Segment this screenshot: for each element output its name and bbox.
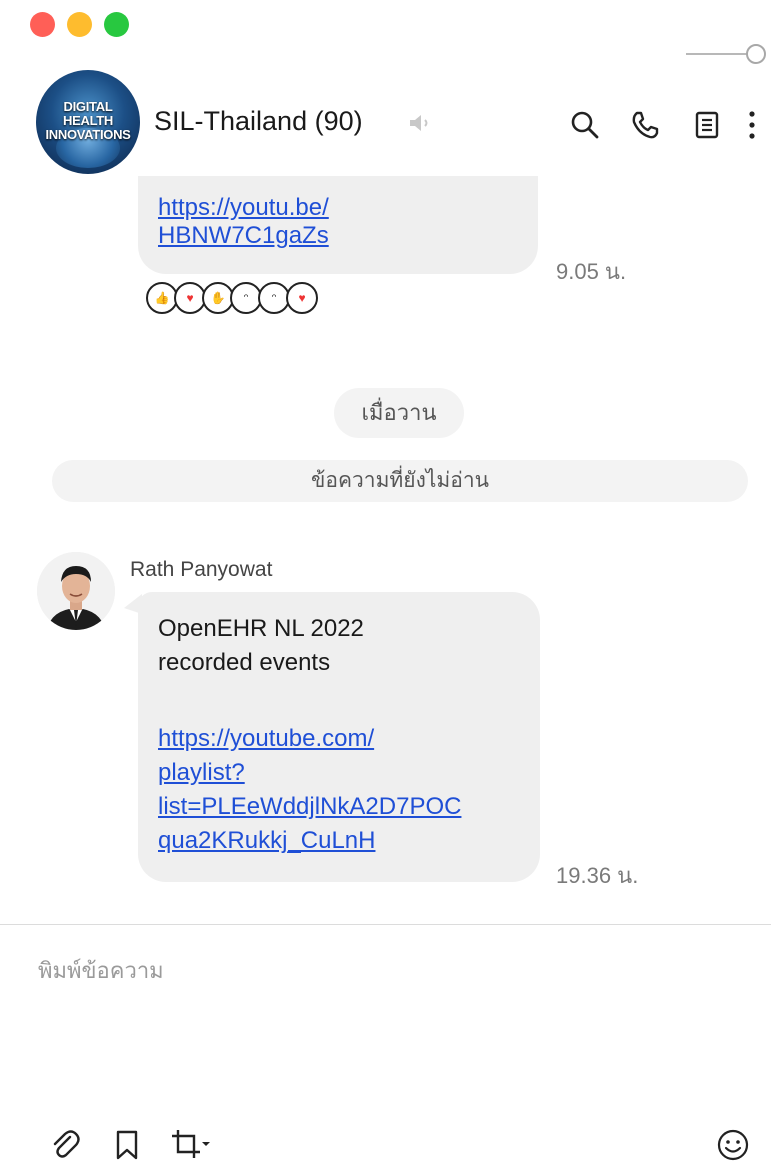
- unread-divider: ข้อความที่ยังไม่อ่าน: [52, 460, 748, 502]
- message-time: 19.36 น.: [556, 863, 639, 888]
- message-time: 9.05 น.: [556, 259, 627, 284]
- message-link[interactable]: https://youtube.com/ playlist? list=PLEe…: [158, 722, 461, 858]
- heart-eyes-face-sticker: ♥: [286, 282, 318, 314]
- message-link[interactable]: https://youtu.be/ HBNW7C1gaZs: [158, 194, 329, 250]
- attach-icon[interactable]: [48, 1128, 82, 1162]
- search-icon[interactable]: [568, 108, 602, 142]
- message-input-placeholder: พิมพ์ข้อความ: [38, 958, 164, 983]
- opacity-slider-knob[interactable]: [746, 44, 766, 64]
- close-window-button[interactable]: [30, 12, 55, 37]
- chat-title: SIL-Thailand (90): [154, 106, 363, 136]
- minimize-window-button[interactable]: [67, 12, 92, 37]
- message-bubble: OpenEHR NL 2022 recorded events https://…: [138, 592, 540, 882]
- phone-icon[interactable]: [628, 108, 662, 142]
- opacity-slider[interactable]: [686, 44, 766, 64]
- sender-name: Rath Panyowat: [130, 558, 273, 581]
- message-text: OpenEHR NL 2022 recorded events: [158, 615, 364, 676]
- person-avatar-icon: [37, 552, 115, 630]
- opacity-slider-track: [686, 53, 748, 55]
- group-avatar[interactable]: DIGITAL HEALTH INNOVATIONS: [36, 70, 140, 174]
- chat-history[interactable]: https://youtu.be/ HBNW7C1gaZs 9.05 น. 👍 …: [0, 176, 771, 924]
- date-separator: เมื่อวาน: [334, 388, 464, 438]
- avatar-logo-text: DIGITAL HEALTH INNOVATIONS: [45, 99, 131, 142]
- sticker-row[interactable]: 👍 ♥ ✋ ᵔ ᵔ ♥: [146, 282, 318, 314]
- composer-toolbar: [0, 1128, 771, 1164]
- emoji-icon[interactable]: [716, 1128, 750, 1162]
- more-icon[interactable]: [740, 108, 764, 142]
- avatar[interactable]: [37, 552, 115, 630]
- chat-header: DIGITAL HEALTH INNOVATIONS SIL-Thailand …: [0, 70, 771, 176]
- notes-icon[interactable]: [690, 108, 724, 142]
- message-input[interactable]: พิมพ์ข้อความ: [0, 925, 771, 1075]
- bookmark-icon[interactable]: [110, 1128, 144, 1162]
- zoom-window-button[interactable]: [104, 12, 129, 37]
- message-bubble: https://youtu.be/ HBNW7C1gaZs: [138, 176, 538, 274]
- crop-icon[interactable]: [170, 1128, 210, 1162]
- speaker-muted-icon: [410, 115, 428, 131]
- window-controls: [30, 12, 129, 37]
